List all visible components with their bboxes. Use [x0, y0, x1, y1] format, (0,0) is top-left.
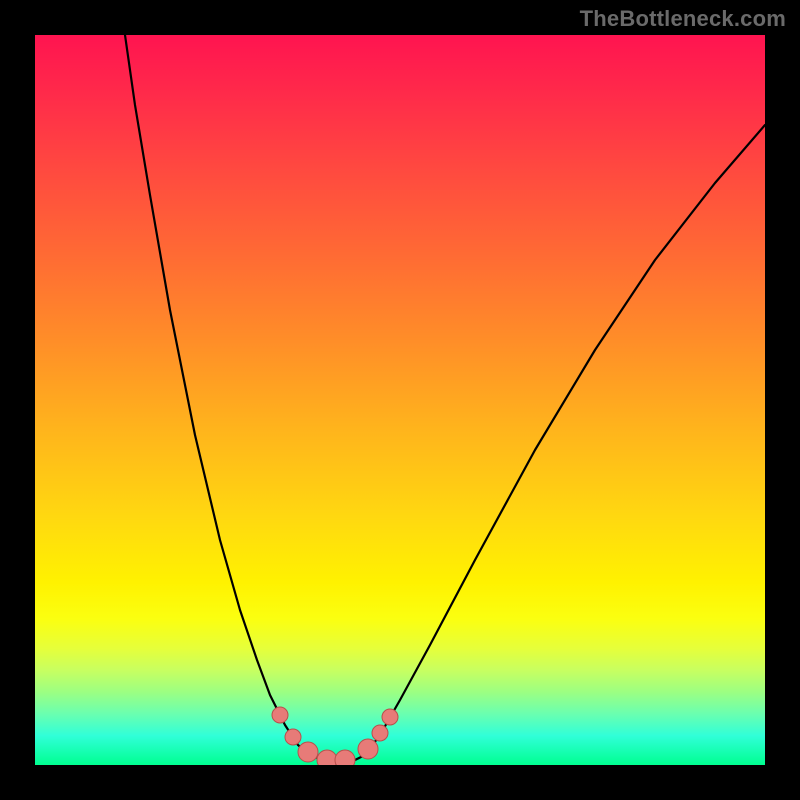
data-marker [372, 725, 388, 741]
data-marker [335, 750, 355, 765]
plot-area [35, 35, 765, 765]
outer-frame: TheBottleneck.com [0, 0, 800, 800]
data-marker [285, 729, 301, 745]
data-marker [358, 739, 378, 759]
data-marker [382, 709, 398, 725]
curve-group [125, 35, 765, 763]
data-marker [272, 707, 288, 723]
left-curve [125, 35, 310, 755]
right-curve [365, 125, 765, 755]
watermark-text: TheBottleneck.com [580, 6, 786, 32]
data-marker [298, 742, 318, 762]
chart-svg [35, 35, 765, 765]
data-marker [317, 750, 337, 765]
marker-group [272, 707, 398, 765]
